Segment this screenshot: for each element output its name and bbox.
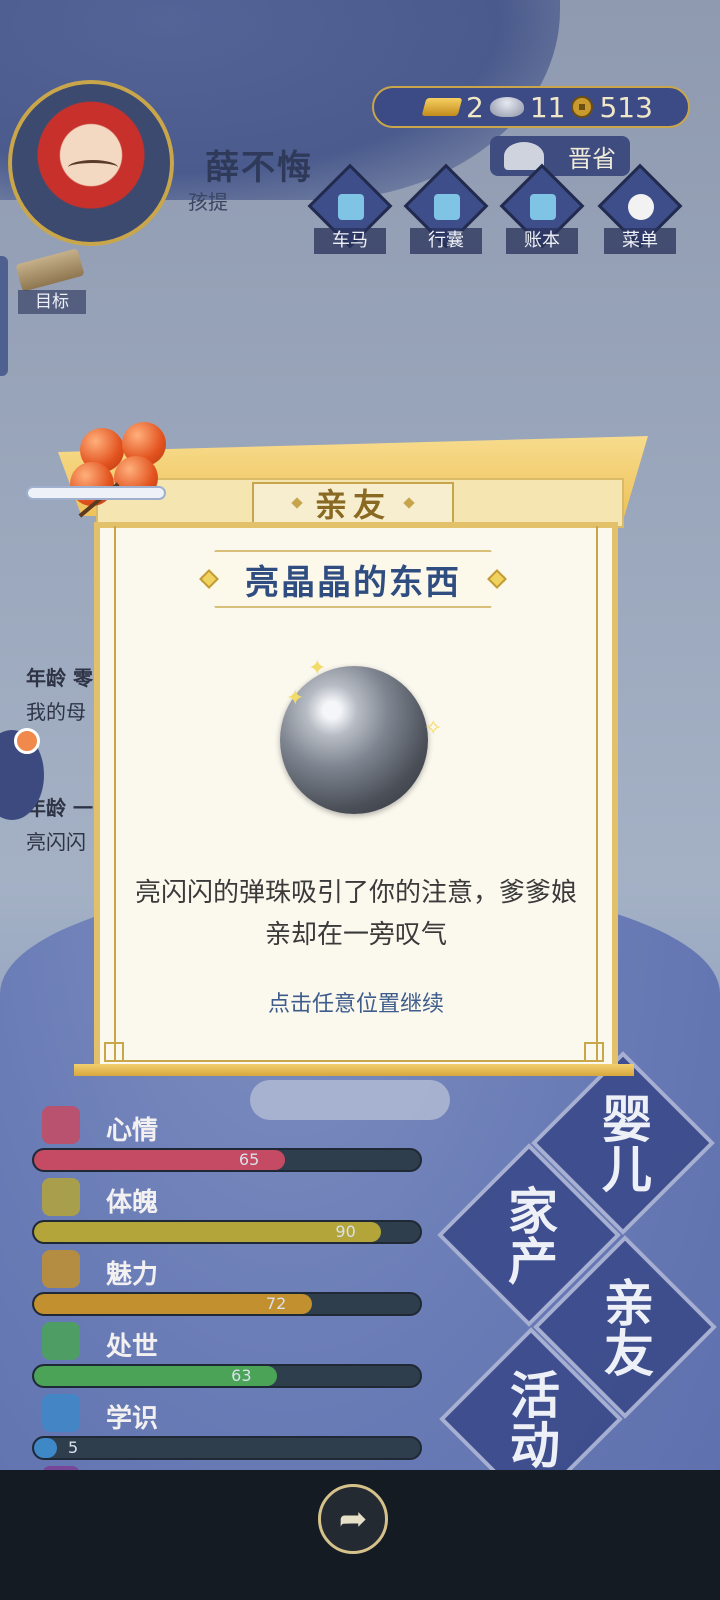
diamond-dot-icon xyxy=(403,497,415,509)
dialog-base-beam xyxy=(74,1064,634,1076)
dialog-category-label: 亲友 xyxy=(314,486,391,524)
candied-haws-icon xyxy=(70,422,180,538)
dialog-title-plate: 亮晶晶的东西 xyxy=(200,550,506,608)
frame-corner-decoration xyxy=(104,1042,124,1062)
sparkle-icon: ✦ xyxy=(286,686,305,711)
continue-hint[interactable]: 点击任意位置继续 xyxy=(128,986,584,1018)
frame-corner-decoration xyxy=(584,1042,604,1062)
dialog-category-tab: 亲友 xyxy=(252,482,454,524)
diamond-dot-icon xyxy=(291,497,303,509)
sparkle-icon: ✦ xyxy=(308,656,327,681)
dialog-title: 亮晶晶的东西 xyxy=(245,562,461,603)
cloud-ribbon xyxy=(26,486,166,500)
sparkle-icon: ✧ xyxy=(424,716,443,741)
dialog-description: 亮闪闪的弹珠吸引了你的注意，爹爹娘亲却在一旁叹气 xyxy=(134,878,577,950)
